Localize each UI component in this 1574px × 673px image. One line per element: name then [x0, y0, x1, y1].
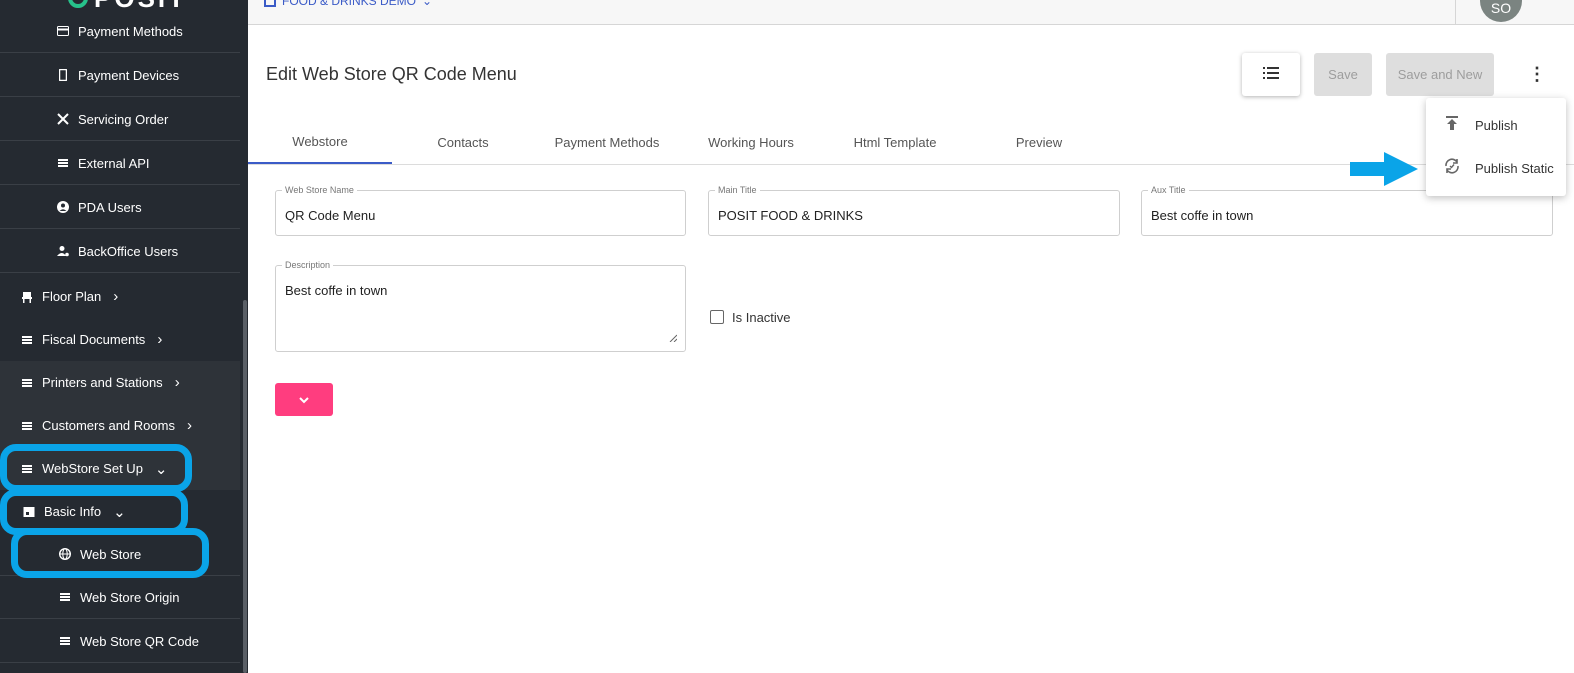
card-icon — [56, 24, 70, 38]
sidebar-item-label: Web Store QR Code — [80, 633, 199, 649]
menu-item-label: Publish Static — [1475, 160, 1554, 176]
list-icon — [20, 333, 34, 347]
field-value: QR Code Menu — [285, 208, 376, 223]
main-title-field[interactable]: Main Title POSIT FOOD & DRINKS — [708, 185, 1120, 236]
is-inactive-checkbox[interactable] — [710, 310, 724, 324]
chevron-right-icon: › — [113, 288, 119, 305]
chevron-down-icon: ⌄ — [422, 0, 433, 8]
field-value: POSIT FOOD & DRINKS — [718, 208, 863, 223]
sidebar-item-label: Floor Plan — [42, 289, 102, 304]
list-icon — [20, 376, 34, 390]
tab-html-template[interactable]: Html Template — [823, 120, 967, 164]
save-and-new-button[interactable]: Save and New — [1386, 53, 1494, 96]
pointer-arrow-icon — [1350, 152, 1418, 186]
sidebar-item-label: Payment Devices — [78, 67, 180, 83]
more-vertical-icon: ⋮ — [1528, 64, 1546, 84]
user-circle-icon — [56, 200, 70, 214]
sidebar-item-fiscal-documents[interactable]: Fiscal Documents › — [0, 318, 240, 361]
org-selector[interactable]: FOOD & DRINKS DEMO ⌄ — [264, 0, 432, 8]
sidebar-item-floor-plan[interactable]: Floor Plan › — [0, 275, 240, 318]
web-store-name-field[interactable]: Web Store Name QR Code Menu — [275, 185, 686, 236]
chevron-right-icon: › — [174, 374, 180, 391]
sidebar-item-label: Servicing Order — [78, 111, 169, 127]
sidebar-item-label: Customers and Rooms — [42, 418, 175, 433]
org-selector-label: FOOD & DRINKS DEMO — [282, 0, 417, 8]
sidebar-item-label: PDA Users — [78, 199, 142, 215]
sidebar-item-label: BackOffice Users — [78, 243, 179, 259]
sidebar-item-pda-users[interactable]: PDA Users — [0, 186, 240, 229]
tab-contacts[interactable]: Contacts — [391, 120, 535, 164]
field-label: Description — [282, 260, 334, 270]
field-label: Main Title — [715, 185, 760, 195]
chevron-right-icon: › — [186, 417, 192, 434]
sidebar-item-label: Web Store Origin — [80, 589, 180, 605]
chevron-down-icon — [299, 396, 309, 403]
highlight-webstore-setup — [0, 444, 192, 492]
utensils-icon — [56, 112, 70, 126]
phone-icon — [56, 68, 70, 82]
tab-working-hours[interactable]: Working Hours — [679, 120, 823, 164]
user-menu[interactable]: SO — [1455, 0, 1574, 25]
highlight-web-store — [11, 528, 209, 578]
menu-item-publish-static[interactable]: Publish Static — [1426, 148, 1566, 188]
sidebar-item-servicing-order[interactable]: Servicing Order — [0, 98, 240, 141]
description-field[interactable]: Description Best coffe in town — [275, 260, 686, 352]
avatar[interactable]: SO — [1480, 0, 1522, 22]
field-value: Best coffe in town — [1151, 208, 1254, 223]
sidebar-item-payment-methods[interactable]: Payment Methods — [0, 10, 240, 53]
sidebar-item-payment-devices[interactable]: Payment Devices — [0, 54, 240, 97]
field-label: Aux Title — [1148, 185, 1189, 195]
expand-button[interactable] — [275, 383, 333, 416]
field-label: Web Store Name — [282, 185, 357, 195]
list-icon — [58, 634, 72, 648]
aux-title-field[interactable]: Aux Title Best coffe in town — [1141, 185, 1553, 236]
menu-item-publish[interactable]: Publish — [1426, 105, 1566, 145]
sidebar-item-web-store-origin[interactable]: Web Store Origin — [0, 576, 240, 619]
tab-webstore[interactable]: Webstore — [248, 120, 392, 164]
sync-icon — [1440, 157, 1464, 180]
chevron-right-icon: › — [157, 331, 163, 348]
list-view-button[interactable] — [1242, 53, 1300, 96]
more-options-button[interactable]: ⋮ — [1508, 53, 1566, 96]
sidebar-item-label: Payment Methods — [78, 23, 183, 39]
tab-preview[interactable]: Preview — [967, 120, 1111, 164]
sidebar-item-label: External API — [78, 155, 150, 171]
tab-payment-methods[interactable]: Payment Methods — [535, 120, 679, 164]
resize-handle-icon[interactable] — [669, 334, 677, 342]
list-icon — [1263, 67, 1279, 82]
posit-logo: POSIT — [68, 0, 187, 13]
sidebar-item-customers-and-rooms[interactable]: Customers and Rooms › — [0, 404, 240, 447]
sidebar-item-backoffice-users[interactable]: BackOffice Users — [0, 230, 240, 273]
sidebar-scrollbar[interactable] — [243, 300, 247, 673]
sidebar-item-label: Printers and Stations — [42, 375, 163, 390]
is-inactive-label: Is Inactive — [732, 310, 791, 325]
user-gear-icon — [56, 244, 70, 258]
upload-icon — [1440, 115, 1464, 135]
save-button[interactable]: Save — [1314, 53, 1372, 96]
more-options-menu: Publish Publish Static — [1426, 98, 1566, 196]
page-title: Edit Web Store QR Code Menu — [266, 64, 517, 84]
sidebar-item-printers-and-stations[interactable]: Printers and Stations › — [0, 361, 240, 404]
sidebar-item-label: Fiscal Documents — [42, 332, 146, 347]
list-icon — [20, 419, 34, 433]
chair-icon — [20, 290, 34, 304]
sidebar-item-web-store-qr-code[interactable]: Web Store QR Code — [0, 620, 240, 663]
store-icon — [264, 0, 276, 7]
list-icon — [56, 156, 70, 170]
sidebar-item-external-api[interactable]: External API — [0, 142, 240, 185]
top-bar: FOOD & DRINKS DEMO ⌄ SO — [248, 0, 1574, 25]
logo-ring-icon — [68, 0, 88, 8]
field-value: Best coffe in town — [285, 283, 388, 298]
list-icon — [58, 590, 72, 604]
menu-item-label: Publish — [1475, 117, 1518, 133]
